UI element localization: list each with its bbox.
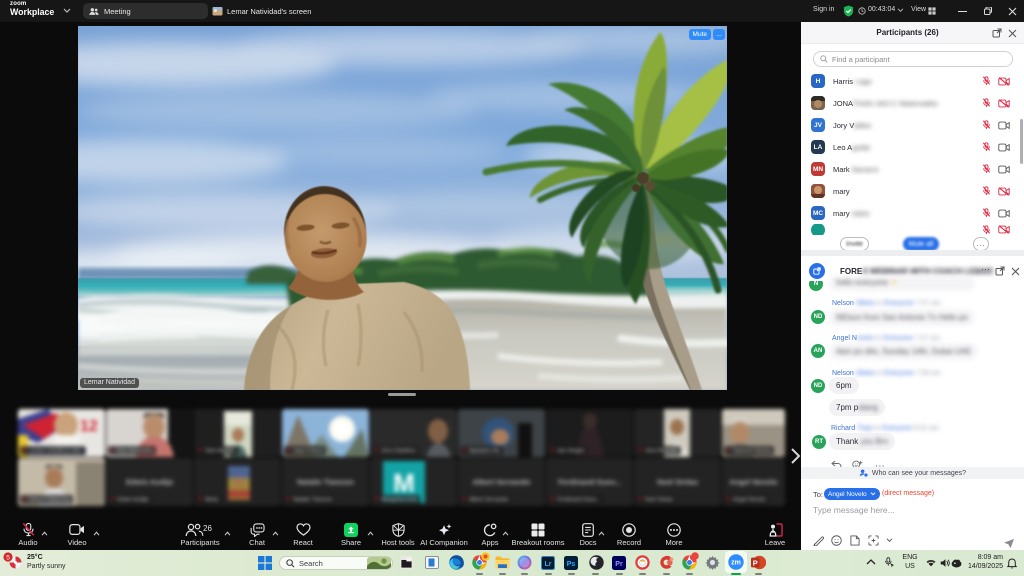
svg-text:Pr: Pr bbox=[615, 561, 623, 568]
svg-text:P: P bbox=[753, 558, 758, 567]
svg-text:26: 26 bbox=[203, 524, 212, 533]
svg-text:Ps: Ps bbox=[567, 561, 576, 568]
svg-text:5: 5 bbox=[6, 554, 10, 561]
svg-text:M: M bbox=[393, 468, 415, 498]
svg-text:Lr: Lr bbox=[545, 561, 552, 568]
svg-text:12: 12 bbox=[80, 418, 98, 435]
svg-text:zm: zm bbox=[731, 560, 741, 567]
